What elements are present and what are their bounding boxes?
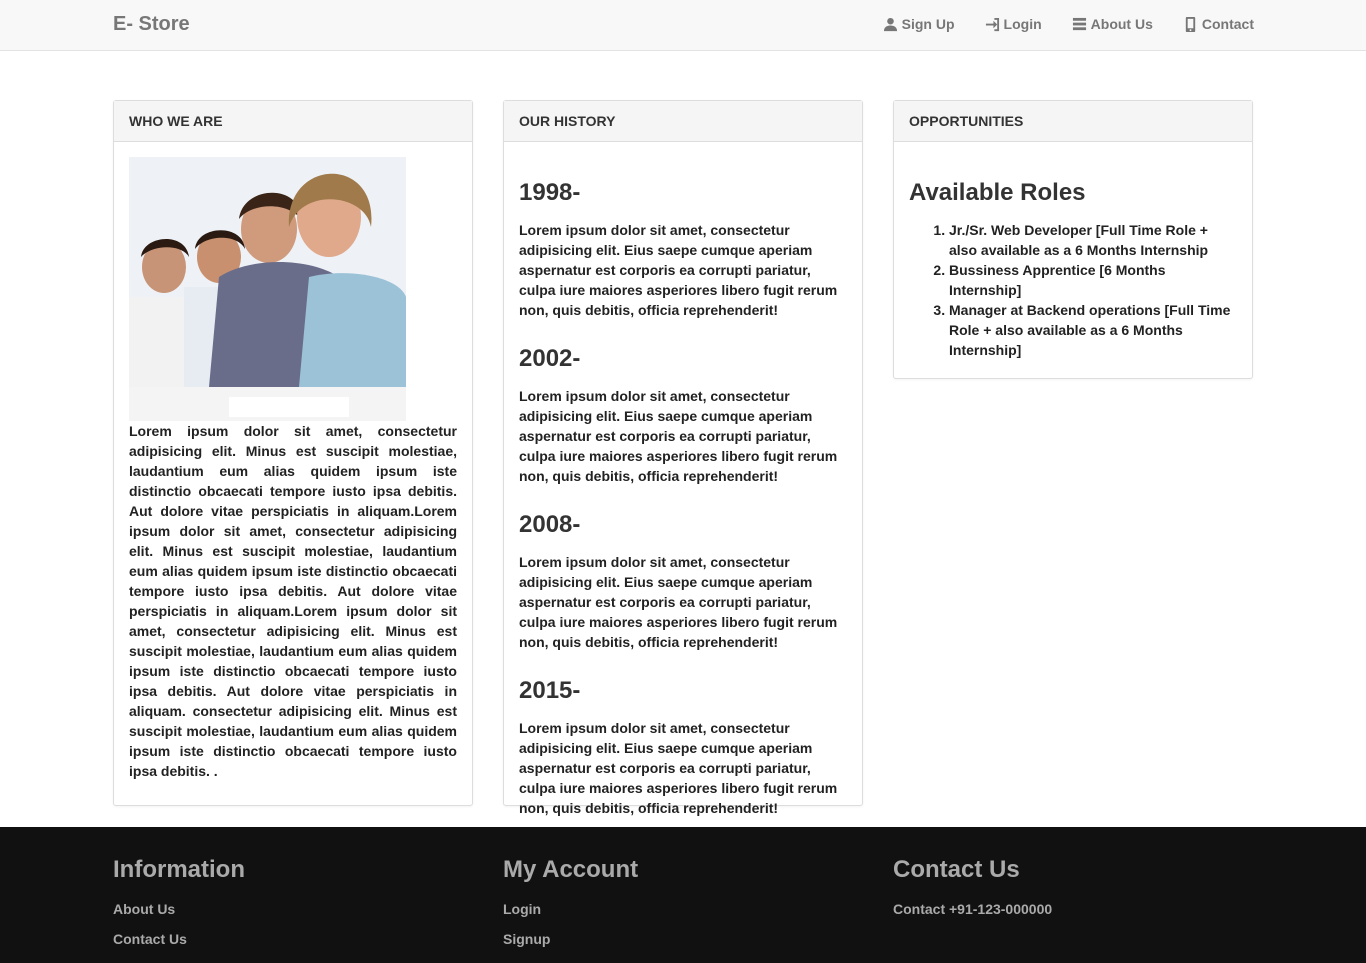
role-item: Manager at Backend operations [Full Time… [949,300,1237,360]
opportunities-panel: OPPORTUNITIES Available Roles Jr./Sr. We… [893,100,1253,379]
login-icon [985,17,999,31]
footer-phone-text: Contact +91-123-000000 [893,901,1053,917]
navbar: E- Store Sign Up Login About Us Contact [0,0,1366,51]
history-year: 2002- [519,345,581,372]
footer-about-link[interactable]: About Us [113,894,245,924]
footer-signup-link[interactable]: Signup [503,924,638,954]
history-text: Lorem ipsum dolor sit amet, consectetur … [519,222,838,318]
history-entry: 2008- Lorem ipsum dolor sit amet, consec… [519,510,847,652]
nav-contact-label: Contact [1201,16,1254,32]
nav-signup-label: Sign Up [901,16,955,32]
nav-about-link[interactable]: About Us [1072,16,1153,32]
history-entry: 2015- Lorem ipsum dolor sit amet, consec… [519,676,847,818]
footer-heading: Information [113,856,245,883]
phone-icon [1185,16,1196,32]
nav-login-link[interactable]: Login [985,16,1042,32]
team-photo [129,157,406,421]
roles-title: Available Roles [909,179,1086,206]
history-year: 2008- [519,511,581,538]
nav-login-label: Login [1003,16,1042,32]
role-item: Jr./Sr. Web Developer [Full Time Role + … [949,220,1237,260]
nav-links: Sign Up Login About Us Contact [883,16,1254,32]
footer-contact-link[interactable]: Contact Us [113,924,245,954]
who-we-are-text: Lorem ipsum dolor sit amet, consectetur … [129,423,457,779]
history-year: 2015- [519,677,581,704]
history-year: 1998- [519,179,581,206]
footer-information: Information About Us Contact Us [113,856,245,954]
footer-login-link[interactable]: Login [503,894,638,924]
footer-account: My Account Login Signup [503,856,638,954]
history-text: Lorem ipsum dolor sit amet, consectetur … [519,720,838,816]
roles-list: Jr./Sr. Web Developer [Full Time Role + … [909,220,1237,360]
history-entry: 2002- Lorem ipsum dolor sit amet, consec… [519,344,847,486]
footer-heading: My Account [503,856,639,883]
footer-heading: Contact Us [893,856,1020,883]
brand-logo[interactable]: E- Store [113,13,190,36]
user-icon [883,17,897,31]
footer: Information About Us Contact Us My Accou… [0,827,1366,963]
our-history-panel: OUR HISTORY 1998- Lorem ipsum dolor sit … [503,100,863,816]
nav-signup-link[interactable]: Sign Up [883,16,955,32]
role-item: Bussiness Apprentice [6 Months Internshi… [949,260,1237,300]
history-entry: 1998- Lorem ipsum dolor sit amet, consec… [519,178,847,320]
nav-about-label: About Us [1090,16,1153,32]
footer-contact: Contact Us Contact +91-123-000000 [893,856,1052,924]
history-text: Lorem ipsum dolor sit amet, consectetur … [519,388,838,484]
who-we-are-panel: WHO WE ARE Lorem ipsum dolor sit amet, c… [113,100,473,806]
panel-heading: OUR HISTORY [504,101,862,142]
panel-heading: WHO WE ARE [114,101,472,142]
history-text: Lorem ipsum dolor sit amet, consectetur … [519,554,838,650]
list-icon [1072,17,1086,30]
nav-contact-link[interactable]: Contact [1183,16,1254,32]
panel-heading: OPPORTUNITIES [894,101,1252,142]
